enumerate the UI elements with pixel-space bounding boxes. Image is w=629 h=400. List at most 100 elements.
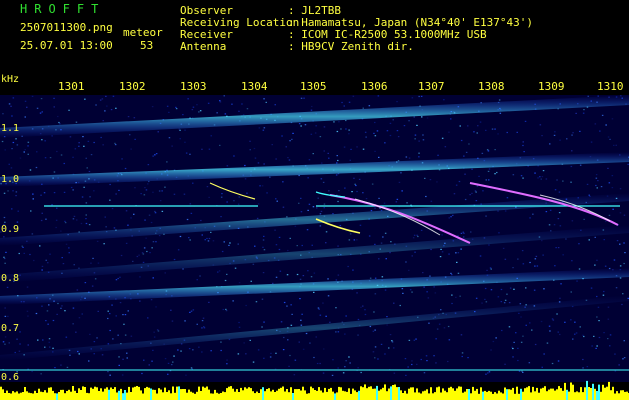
noise-speck — [115, 193, 117, 195]
y-tick-1-1: 1.1 — [1, 123, 20, 134]
amplitude-bar — [532, 386, 534, 400]
noise-speck — [263, 235, 265, 237]
noise-speck — [450, 118, 452, 120]
amplitude-bar — [382, 387, 384, 400]
noise-speck — [182, 268, 184, 270]
noise-speck — [182, 114, 184, 116]
noise-speck — [93, 141, 95, 144]
noise-speck — [336, 130, 339, 133]
noise-speck — [473, 131, 475, 133]
amplitude-bar — [58, 392, 60, 400]
amplitude-bar — [524, 388, 526, 400]
noise-speck — [590, 287, 593, 289]
noise-speck — [351, 191, 353, 193]
noise-speck — [374, 243, 376, 245]
noise-speck — [217, 271, 219, 273]
noise-speck — [621, 303, 623, 306]
amplitude-bar — [254, 393, 256, 400]
noise-speck — [301, 313, 303, 315]
noise-speck — [494, 173, 496, 175]
noise-speck — [84, 282, 87, 284]
noise-speck — [130, 148, 132, 150]
amplitude-bar — [4, 393, 6, 400]
amplitude-bar — [12, 391, 14, 400]
noise-speck — [560, 283, 562, 285]
noise-speck — [613, 144, 615, 146]
noise-speck — [15, 138, 17, 140]
noise-speck — [47, 323, 49, 325]
noise-speck — [601, 114, 604, 116]
amplitude-bar — [162, 392, 164, 400]
noise-speck — [373, 311, 375, 313]
noise-speck — [60, 364, 62, 366]
noise-speck — [85, 218, 87, 220]
amplitude-bar — [498, 390, 500, 400]
noise-speck — [138, 254, 140, 256]
amplitude-bar — [296, 389, 298, 400]
noise-speck — [425, 355, 428, 357]
noise-speck — [578, 243, 580, 245]
noise-speck — [386, 324, 388, 326]
noise-speck — [142, 253, 145, 255]
amplitude-bar — [288, 392, 290, 400]
noise-speck — [263, 357, 265, 359]
amplitude-bar — [50, 387, 52, 400]
noise-speck — [269, 176, 271, 178]
noise-speck — [313, 356, 315, 359]
noise-speck — [548, 224, 551, 226]
amplitude-bar — [614, 393, 616, 400]
noise-speck — [322, 372, 325, 374]
noise-speck — [4, 149, 6, 151]
amplitude-bar — [622, 390, 624, 400]
noise-speck — [459, 295, 461, 297]
noise-speck — [593, 335, 595, 337]
noise-speck — [455, 184, 458, 186]
amplitude-bar — [590, 388, 592, 400]
noise-speck — [427, 297, 430, 299]
noise-speck — [314, 132, 317, 134]
amplitude-bar — [268, 388, 270, 400]
amplitude-bar — [618, 393, 620, 400]
amplitude-bar — [198, 386, 200, 400]
noise-speck — [12, 190, 14, 192]
noise-speck — [192, 182, 194, 184]
noise-speck — [595, 347, 597, 349]
noise-speck — [41, 305, 43, 307]
noise-speck — [88, 170, 91, 173]
noise-speck — [392, 119, 394, 121]
noise-speck — [127, 224, 129, 226]
noise-speck — [389, 334, 392, 336]
noise-speck — [571, 134, 573, 136]
noise-speck — [401, 288, 404, 290]
noise-speck — [540, 178, 542, 180]
noise-speck — [192, 106, 195, 108]
noise-speck — [148, 214, 151, 216]
amplitude-bar — [380, 389, 382, 400]
amplitude-bar — [186, 392, 188, 400]
noise-speck — [501, 329, 503, 332]
noise-speck — [221, 250, 224, 253]
noise-speck — [512, 347, 514, 350]
amplitude-bar — [416, 388, 418, 400]
noise-speck — [26, 286, 29, 288]
noise-speck — [111, 208, 114, 210]
noise-speck — [368, 235, 371, 237]
amplitude-bar — [458, 386, 460, 400]
noise-speck — [396, 130, 399, 132]
noise-speck — [225, 310, 228, 312]
noise-speck — [614, 370, 617, 372]
amplitude-bar — [534, 391, 536, 400]
noise-speck — [244, 178, 247, 180]
noise-speck — [352, 95, 355, 97]
amplitude-bar — [566, 389, 568, 400]
amplitude-bar — [352, 388, 354, 400]
noise-speck — [536, 265, 539, 267]
noise-speck — [90, 262, 92, 264]
noise-speck — [19, 331, 21, 333]
noise-speck — [11, 148, 13, 150]
noise-speck — [208, 301, 210, 303]
noise-speck — [41, 212, 43, 214]
noise-speck — [382, 236, 384, 238]
noise-speck — [616, 240, 619, 242]
noise-speck — [300, 125, 302, 127]
